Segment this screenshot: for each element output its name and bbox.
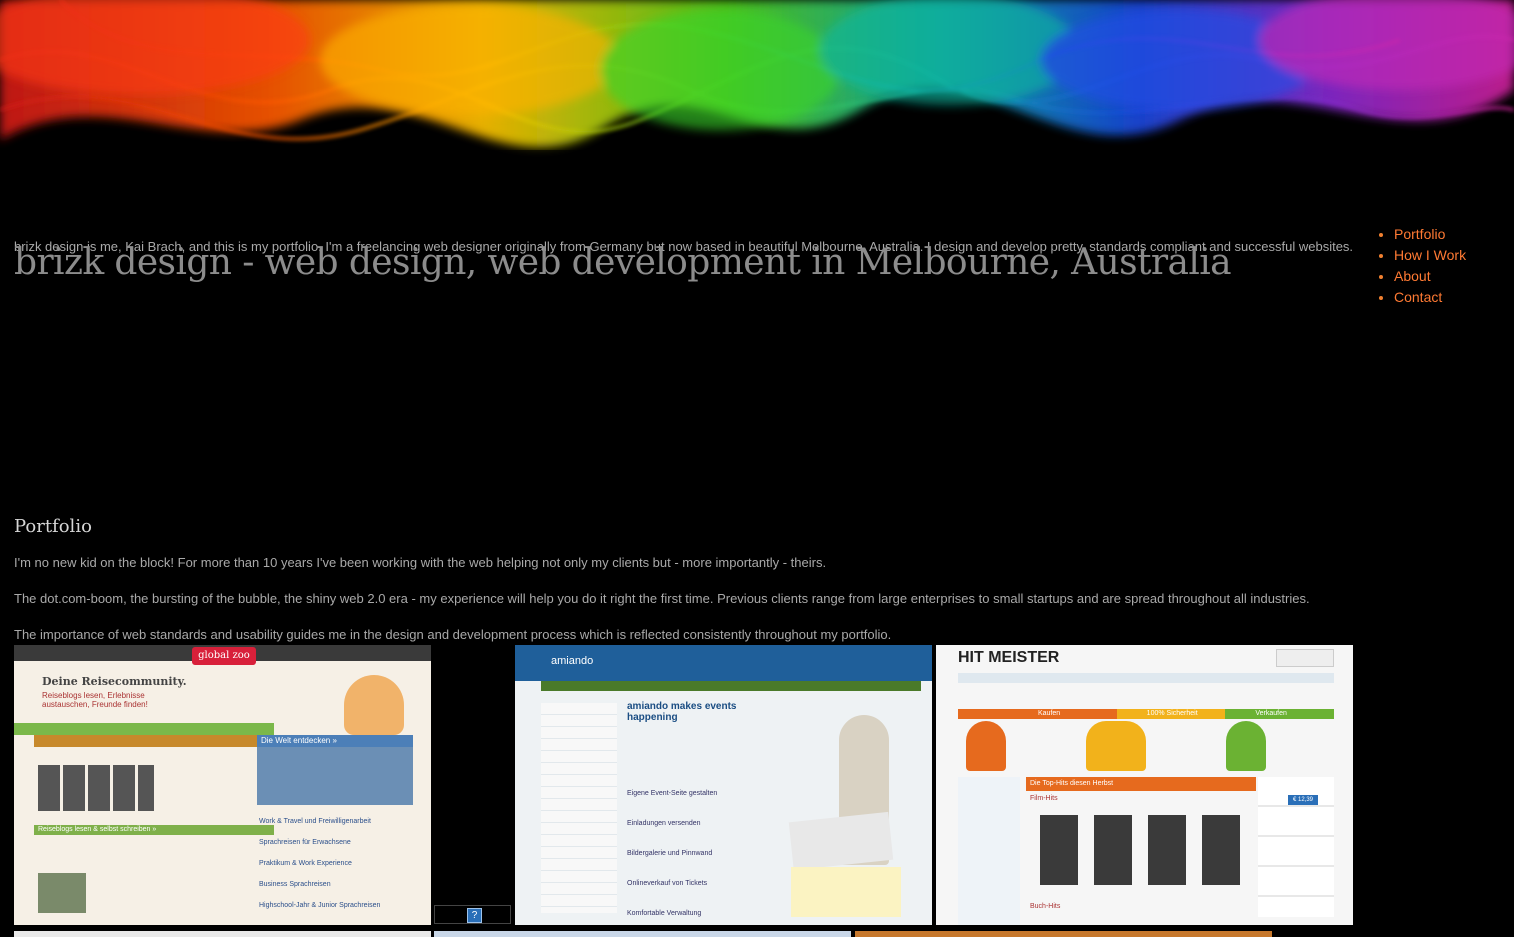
site-title: brizk design - web design, web developme… — [14, 242, 1232, 283]
figure-yellow — [1086, 721, 1146, 771]
thumb-headline: Deine Reisecommunity. — [42, 675, 187, 688]
cartoon-character-image — [344, 675, 404, 735]
main-nav: Portfolio How I Work About Contact — [1376, 224, 1466, 308]
thumb-link: Work & Travel und Freiwilligenarbeit — [259, 818, 371, 825]
portfolio-heading: Portfolio — [14, 516, 92, 537]
portfolio-paragraph: The dot.com-boom, the bursting of the bu… — [14, 591, 1310, 606]
portfolio-paragraph: The importance of web standards and usab… — [14, 627, 892, 642]
thumb-links: Work & Travel und Freiwilligenarbeit Spr… — [259, 811, 409, 916]
thumb-section: Die Welt entdecken » — [257, 735, 413, 747]
hitmeister-section: Die Top-Hits diesen Herbst — [1026, 777, 1256, 791]
feature-item: Bildergalerie und Pinnwand — [627, 850, 713, 857]
thumb-bar — [34, 735, 264, 747]
portfolio-thumbnail-hitmeister[interactable]: HIT MEISTER Kaufen 100% Sicherheit Verka… — [936, 645, 1353, 925]
thumb-tagline: Reiseblogs lesen, Erlebnisse austauschen… — [42, 691, 148, 709]
thumb-skyline — [14, 723, 274, 735]
amiando-note — [791, 867, 901, 917]
hitmeister-logo: HIT MEISTER — [958, 649, 1060, 666]
feature-item: Eigene Event-Seite gestalten — [627, 790, 718, 797]
category-sidebar — [958, 777, 1020, 925]
feature-item: Komfortable Verwaltung — [627, 910, 702, 917]
nav-item-portfolio: Portfolio — [1394, 224, 1466, 245]
thumb-section: Reiseblogs lesen & selbst schreiben » — [34, 825, 274, 835]
nav-link-contact[interactable]: Contact — [1394, 289, 1442, 305]
nav-link-portfolio[interactable]: Portfolio — [1394, 226, 1445, 242]
mountain-photo — [257, 747, 413, 805]
nav-item-contact: Contact — [1394, 287, 1466, 308]
thumb-link: Praktikum & Work Experience — [259, 860, 352, 867]
globalzoo-logo: global zoo — [192, 647, 256, 665]
feature-item: Einladungen versenden — [627, 820, 701, 827]
portfolio-thumbnail-partial[interactable] — [855, 931, 1272, 937]
bar-verkaufen: Verkaufen — [1225, 709, 1335, 719]
nav-item-how-i-work: How I Work — [1394, 245, 1466, 266]
hitmeister-bars: Kaufen 100% Sicherheit Verkaufen — [958, 709, 1335, 719]
cart-box — [1276, 649, 1334, 667]
question-icon: ? — [467, 908, 482, 923]
bar-sicherheit: 100% Sicherheit — [1116, 709, 1226, 719]
portfolio-thumbnail-globalzoo[interactable]: global zoo Deine Reisecommunity. Reisebl… — [14, 645, 431, 925]
portfolio-thumbnail-amiando[interactable]: amiando amiando makes events happening E… — [515, 645, 932, 925]
thumb-link: Business Sprachreisen — [259, 881, 331, 888]
amiando-nav — [541, 681, 921, 691]
amiando-logo: amiando — [551, 655, 594, 667]
nav-item-about: About — [1394, 266, 1466, 287]
nav-link-how-i-work[interactable]: How I Work — [1394, 247, 1466, 263]
price-badge: € 12,39 — [1288, 795, 1318, 805]
portfolio-thumbnail-partial[interactable] — [14, 931, 431, 937]
amiando-sidebar — [541, 703, 617, 913]
header-banner — [0, 0, 1514, 200]
missing-image-placeholder: ? — [434, 905, 511, 924]
amiando-feature-list: Eigene Event-Seite gestalten Einladungen… — [627, 779, 773, 925]
thumb-link: Highschool-Jahr & Junior Sprachreisen — [259, 902, 381, 909]
film-hits-label: Film-Hits — [1030, 795, 1058, 802]
feature-item: Onlineverkauf von Tickets — [627, 880, 708, 887]
landscape-photo — [38, 873, 86, 913]
figure-orange — [966, 721, 1006, 771]
hitmeister-nav — [958, 673, 1334, 683]
amiando-headline: amiando makes events happening — [627, 701, 737, 723]
rainbow-smoke-image — [0, 0, 1514, 200]
portfolio-thumbnail-partial[interactable] — [434, 931, 851, 937]
bar-kaufen: Kaufen — [958, 709, 1117, 719]
portfolio-paragraph: I'm no new kid on the block! For more th… — [14, 555, 827, 570]
product-covers — [1040, 815, 1250, 885]
member-photos — [38, 765, 154, 811]
book-hits-label: Buch-Hits — [1030, 903, 1061, 910]
nav-link-about[interactable]: About — [1394, 268, 1431, 284]
thumb-link: Sprachreisen für Erwachsene — [259, 839, 351, 846]
figure-green — [1226, 721, 1266, 771]
